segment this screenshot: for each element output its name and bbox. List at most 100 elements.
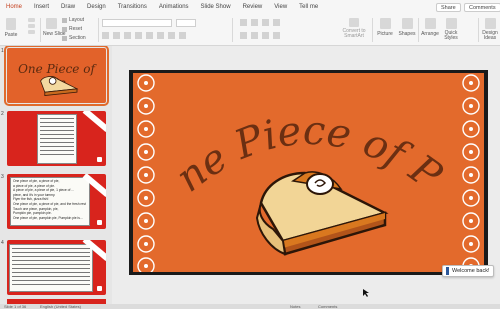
font-size-field[interactable] <box>176 19 196 27</box>
corner-label <box>82 111 106 132</box>
font-name-field[interactable] <box>102 19 172 27</box>
comments-button[interactable]: Comments <box>464 3 500 12</box>
shapes-icon <box>401 18 413 29</box>
lyric-line: One piece of pie, a piece of pie, and th… <box>13 201 86 206</box>
alignment-row <box>240 32 300 40</box>
tab-review[interactable]: Review <box>237 0 269 14</box>
tab-design[interactable]: Design <box>81 0 112 14</box>
reset-label: Reset <box>69 26 83 32</box>
increase-indent-icon[interactable] <box>273 19 280 26</box>
share-label: Share <box>441 4 456 11</box>
tab-transitions[interactable]: Transitions <box>112 0 153 14</box>
convert-smartart-label: Convert to SmartArt <box>342 28 366 39</box>
reset-button[interactable]: Reset <box>62 26 82 32</box>
tab-insert[interactable]: Insert <box>28 0 55 14</box>
pie-slice-image[interactable] <box>255 171 389 256</box>
tab-draw[interactable]: Draw <box>55 0 81 14</box>
design-ideas-icon <box>484 18 496 29</box>
new-slide-icon <box>45 18 57 29</box>
align-right-icon[interactable] <box>262 32 269 39</box>
highlight-icon[interactable] <box>179 32 186 39</box>
notes-button[interactable]: Notes <box>290 304 300 309</box>
quick-styles-label: Quick Styles <box>444 30 458 41</box>
picture-icon <box>379 18 391 29</box>
tab-view[interactable]: View <box>268 0 293 14</box>
speaker-icon[interactable] <box>97 157 102 162</box>
slide-number-2: 2 <box>1 111 4 117</box>
paragraph-row <box>240 19 300 27</box>
current-slide[interactable]: One Piece of Pie <box>129 70 488 275</box>
section-label: Section <box>69 35 86 41</box>
sheet-music-page <box>9 244 93 292</box>
tab-home[interactable]: Home <box>0 0 29 15</box>
ribbon-divider <box>232 18 233 42</box>
paste-label: Paste <box>4 32 18 38</box>
arrange-label: Arrange <box>421 31 439 37</box>
copy-icon[interactable] <box>27 24 35 28</box>
tab-animations[interactable]: Animations <box>153 0 195 14</box>
design-ideas-label: Design Ideas <box>482 30 498 41</box>
layout-icon <box>62 17 67 23</box>
language-indicator[interactable]: English (United States) <box>40 304 81 309</box>
sheet-music-page <box>37 114 77 164</box>
shapes-button[interactable]: Shapes <box>398 18 416 37</box>
align-left-icon[interactable] <box>240 32 247 39</box>
speaker-icon[interactable] <box>97 286 102 291</box>
ribbon-divider <box>478 18 479 42</box>
subscript-icon[interactable] <box>157 32 164 39</box>
slide-counter: Slide 1 of 36 <box>4 304 27 309</box>
reset-icon <box>62 26 67 32</box>
lyrics-page: One piece of pie, a piece of pie, a piec… <box>10 177 90 226</box>
quick-styles-button[interactable]: Quick Styles <box>442 18 460 41</box>
justify-icon[interactable] <box>273 32 280 39</box>
italic-icon[interactable] <box>113 32 120 39</box>
decrease-indent-icon[interactable] <box>262 19 269 26</box>
paste-button[interactable]: Paste <box>2 18 20 38</box>
underline-icon[interactable] <box>124 32 131 39</box>
superscript-icon[interactable] <box>146 32 153 39</box>
slide-thumbnail-3[interactable]: One piece of pie, a piece of pie, a piec… <box>7 174 106 229</box>
slide-thumbnail-1[interactable]: One Piece of Pie <box>4 46 109 106</box>
share-button[interactable]: Share <box>436 3 461 12</box>
speaker-icon[interactable] <box>97 220 102 225</box>
align-center-icon[interactable] <box>251 32 258 39</box>
section-icon <box>62 35 67 41</box>
mouse-cursor-icon <box>363 289 369 297</box>
comments-label: Comments <box>469 4 496 11</box>
clipboard-icon <box>6 18 16 30</box>
shapes-label: Shapes <box>398 31 416 37</box>
lyric-line: One piece of pie, pumpkin pie, Pumpkin p… <box>13 215 83 220</box>
section-button[interactable]: Section <box>62 35 86 41</box>
slide-number-4: 4 <box>1 240 4 246</box>
bullets-icon[interactable] <box>240 19 247 26</box>
slide-thumbnail-pane: 1 One Piece of Pie 2 3 One piece of pie,… <box>0 46 112 304</box>
format-painter-icon[interactable] <box>27 30 35 34</box>
slide-number-3: 3 <box>1 174 4 180</box>
slide-thumbnail-2[interactable] <box>7 111 106 166</box>
welcome-back-popup[interactable]: Welcome back! <box>442 265 494 277</box>
tab-slide-show[interactable]: Slide Show <box>195 0 237 14</box>
picture-button[interactable]: Picture <box>376 18 394 37</box>
slide-thumbnail-4[interactable] <box>7 240 106 295</box>
tell-me-search[interactable]: Tell me <box>293 0 324 14</box>
layout-button[interactable]: Layout <box>62 17 84 23</box>
font-format-row <box>102 32 222 40</box>
slide-number-1: 1 <box>1 48 4 54</box>
comments-status-button[interactable]: Comments <box>318 304 337 309</box>
home-ribbon: Paste New Slide Layout Reset Section Con… <box>0 14 500 46</box>
powerpoint-window: Home Insert Draw Design Transitions Anim… <box>0 0 500 309</box>
strikethrough-icon[interactable] <box>135 32 142 39</box>
font-color-icon[interactable] <box>168 32 175 39</box>
cut-icon[interactable] <box>27 18 35 22</box>
quick-styles-icon <box>445 18 457 29</box>
thumbnail-pie-image <box>40 76 79 96</box>
bold-icon[interactable] <box>102 32 109 39</box>
new-slide-button[interactable]: New Slide <box>43 18 66 37</box>
arrange-button[interactable]: Arrange <box>420 18 440 37</box>
ribbon-divider <box>98 18 99 42</box>
status-bar: Slide 1 of 36 English (United States) No… <box>0 304 500 309</box>
convert-to-smartart-button[interactable]: Convert to SmartArt <box>340 18 368 39</box>
design-ideas-button[interactable]: Design Ideas <box>481 18 499 41</box>
slide-artwork: One Piece of Pie <box>133 73 480 272</box>
numbering-icon[interactable] <box>251 19 258 26</box>
